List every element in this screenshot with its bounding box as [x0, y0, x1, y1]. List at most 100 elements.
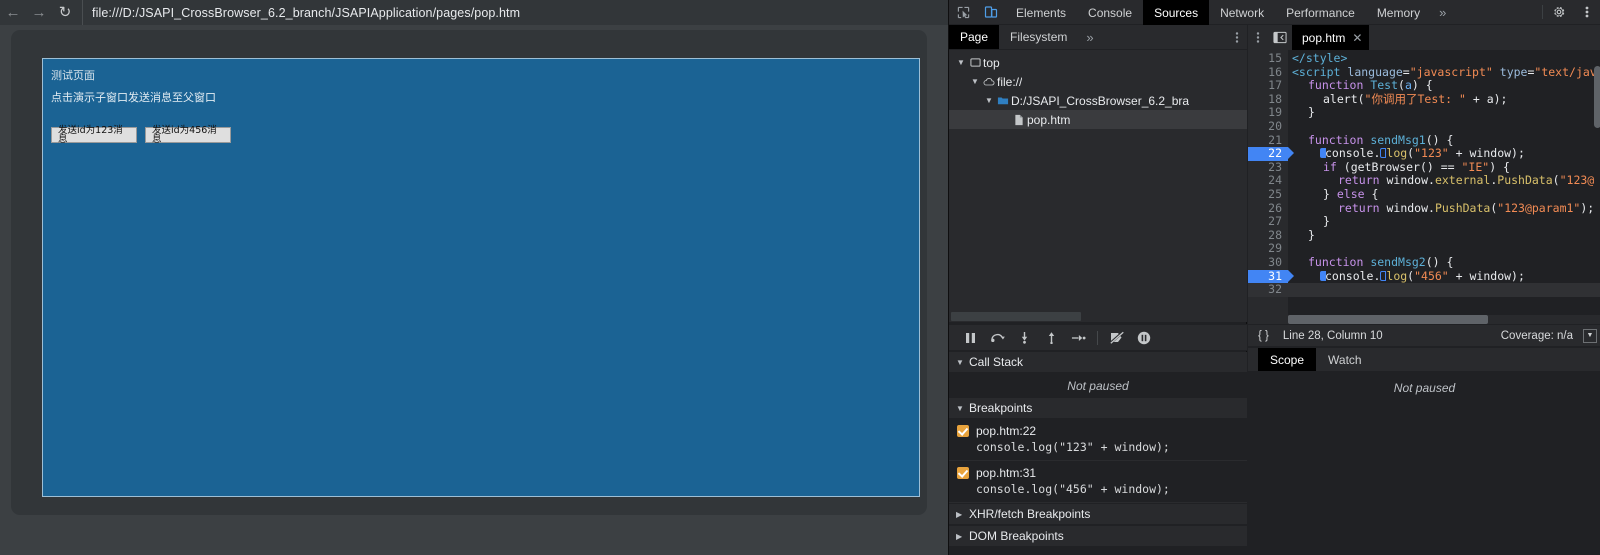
tab-scope[interactable]: Scope — [1258, 348, 1317, 371]
line-number[interactable]: 28 — [1248, 228, 1288, 243]
code-content: } else { — [1323, 187, 1379, 201]
scope-panel-body: Not paused — [1248, 371, 1600, 555]
code-line: 23 if (getBrowser() == "IE") { — [1248, 160, 1600, 175]
dom-breakpoints-title: DOM Breakpoints — [969, 529, 1064, 543]
line-number[interactable]: 18 — [1248, 92, 1288, 107]
tab-sources[interactable]: Sources — [1143, 0, 1210, 25]
close-icon[interactable]: ✕ — [1352, 31, 1362, 45]
address-bar[interactable]: file:///D:/JSAPI_CrossBrowser_6.2_branch… — [82, 0, 948, 25]
devtools-tabbar: Elements Console Sources Network Perform… — [949, 0, 1600, 25]
line-number[interactable]: 19 — [1248, 106, 1288, 120]
breakpoints-section-header[interactable]: ▼ Breakpoints — [949, 398, 1247, 419]
collapse-sidebar-icon[interactable] — [1268, 25, 1292, 50]
breakpoints-title: Breakpoints — [969, 401, 1033, 415]
code-content: } — [1323, 214, 1330, 229]
debugger-toolbar-divider — [1097, 330, 1098, 345]
back-icon[interactable]: ← — [0, 0, 26, 25]
device-toolbar-icon[interactable] — [977, 0, 1005, 24]
editor-menu-kebab-icon[interactable] — [1248, 25, 1268, 50]
breakpoint-code: console.log("456" + window); — [976, 482, 1170, 496]
chevron-down-icon[interactable]: ▼ — [1583, 328, 1597, 343]
line-number-breakpoint[interactable]: 31 — [1248, 269, 1294, 284]
code-line: 16 <script language="javascript" type="t… — [1248, 65, 1600, 80]
tree-item-folder[interactable]: ▼ D:/JSAPI_CrossBrowser_6.2_bra — [949, 91, 1247, 110]
send-msg-123-button[interactable]: 发送id为123消息 — [51, 125, 137, 144]
line-number[interactable]: 26 — [1248, 201, 1288, 216]
breakpoint-list-item[interactable]: pop.htm:31 console.log("456" + window); — [949, 461, 1247, 503]
tab-elements[interactable]: Elements — [1005, 0, 1077, 25]
breakpoint-checkbox[interactable] — [957, 467, 969, 479]
devtools-menu-kebab-icon[interactable] — [1573, 0, 1600, 24]
line-number[interactable]: 27 — [1248, 215, 1288, 229]
scope-empty-message: Not paused — [1393, 381, 1456, 395]
step-icon[interactable] — [1065, 325, 1092, 350]
line-number[interactable]: 24 — [1248, 174, 1288, 188]
pretty-print-icon[interactable]: { } — [1258, 330, 1269, 342]
line-number[interactable]: 17 — [1248, 79, 1288, 93]
editor-scrollbar-thumb[interactable] — [1288, 315, 1488, 324]
collapse-triangle-icon[interactable]: ▼ — [956, 404, 969, 413]
breakpoint-list-item[interactable]: pop.htm:22 console.log("123" + window); — [949, 419, 1247, 461]
step-over-icon[interactable] — [984, 325, 1011, 350]
collapse-triangle-icon[interactable]: ▼ — [956, 358, 969, 367]
navigator-tab-filesystem[interactable]: Filesystem — [999, 25, 1078, 49]
code-line: 28 } — [1248, 228, 1600, 243]
tab-memory[interactable]: Memory — [1366, 0, 1431, 25]
reload-icon[interactable]: ↻ — [52, 0, 78, 25]
expand-triangle-icon[interactable]: ▼ — [969, 77, 981, 86]
tab-performance[interactable]: Performance — [1275, 0, 1366, 25]
page-frame: 测试页面 点击演示子窗口发送消息至父窗口 发送id为123消息 发送id为456… — [11, 30, 927, 515]
line-number[interactable]: 32 — [1248, 283, 1288, 297]
call-stack-section-header[interactable]: ▼ Call Stack — [949, 352, 1247, 373]
browser-viewport: 测试页面 点击演示子窗口发送消息至父窗口 发送id为123消息 发送id为456… — [0, 25, 948, 555]
navigator-more-chevron-icon[interactable]: » — [1078, 25, 1101, 49]
forward-icon[interactable]: → — [26, 0, 52, 25]
pause-on-exceptions-icon[interactable] — [1130, 325, 1157, 350]
pause-icon[interactable] — [957, 325, 984, 350]
line-number[interactable]: 25 — [1248, 187, 1288, 202]
tab-console[interactable]: Console — [1077, 0, 1143, 25]
tab-watch[interactable]: Watch — [1316, 348, 1374, 371]
devtools-panel: Elements Console Sources Network Perform… — [948, 0, 1600, 555]
inspect-element-icon[interactable] — [949, 0, 977, 24]
app-root: ← → ↻ file:///D:/JSAPI_CrossBrowser_6.2_… — [0, 0, 1600, 555]
navigator-tab-page[interactable]: Page — [949, 25, 1000, 49]
navigator-menu-kebab-icon[interactable] — [1227, 25, 1247, 49]
tab-network[interactable]: Network — [1209, 0, 1275, 25]
code-line: 20 — [1248, 119, 1600, 134]
source-code-editor[interactable]: 15 </style> 16 <script language="javascr… — [1248, 50, 1600, 324]
xhr-breakpoints-section-header[interactable]: ▶ XHR/fetch Breakpoints — [949, 504, 1247, 525]
line-number-breakpoint[interactable]: 22 — [1248, 147, 1294, 161]
code-line: 29 — [1248, 242, 1600, 256]
line-number[interactable]: 21 — [1248, 133, 1288, 148]
line-number[interactable]: 30 — [1248, 255, 1288, 270]
expand-triangle-icon[interactable]: ▶ — [956, 510, 969, 519]
line-number[interactable]: 20 — [1248, 119, 1288, 134]
more-tabs-chevron-icon[interactable]: » — [1431, 0, 1454, 24]
expand-triangle-icon[interactable]: ▼ — [955, 58, 967, 67]
editor-horizontal-scrollbar[interactable] — [1288, 315, 1600, 324]
line-number[interactable]: 29 — [1248, 242, 1288, 256]
tree-item-top[interactable]: ▼ top — [949, 53, 1247, 72]
send-msg-456-button[interactable]: 发送id为456消息 — [145, 125, 231, 144]
navigator-scrollbar-thumb[interactable] — [951, 312, 1081, 321]
line-number[interactable]: 15 — [1248, 51, 1288, 66]
expand-triangle-icon[interactable]: ▼ — [983, 96, 995, 105]
browser-toolbar: ← → ↻ file:///D:/JSAPI_CrossBrowser_6.2_… — [0, 0, 948, 25]
line-number[interactable]: 23 — [1248, 160, 1288, 175]
page-title: 测试页面 — [51, 69, 95, 82]
line-number[interactable]: 16 — [1248, 65, 1288, 80]
tree-item-pop-htm[interactable]: pop.htm — [949, 110, 1247, 129]
editor-vertical-scrollbar-thumb[interactable] — [1594, 66, 1600, 128]
navigator-horizontal-scrollbar[interactable] — [949, 311, 1247, 322]
step-out-icon[interactable] — [1038, 325, 1065, 350]
breakpoint-checkbox[interactable] — [957, 425, 969, 437]
expand-triangle-icon[interactable]: ▶ — [956, 532, 969, 541]
deactivate-breakpoints-icon[interactable] — [1103, 325, 1130, 350]
code-line: 15 </style> — [1248, 51, 1600, 66]
editor-tab-pop-htm[interactable]: pop.htm ✕ — [1292, 25, 1370, 50]
dom-breakpoints-section-header[interactable]: ▶ DOM Breakpoints — [949, 526, 1247, 547]
tree-item-file-origin[interactable]: ▼ file:// — [949, 72, 1247, 91]
gear-icon[interactable] — [1545, 0, 1573, 24]
step-into-icon[interactable] — [1011, 325, 1038, 350]
